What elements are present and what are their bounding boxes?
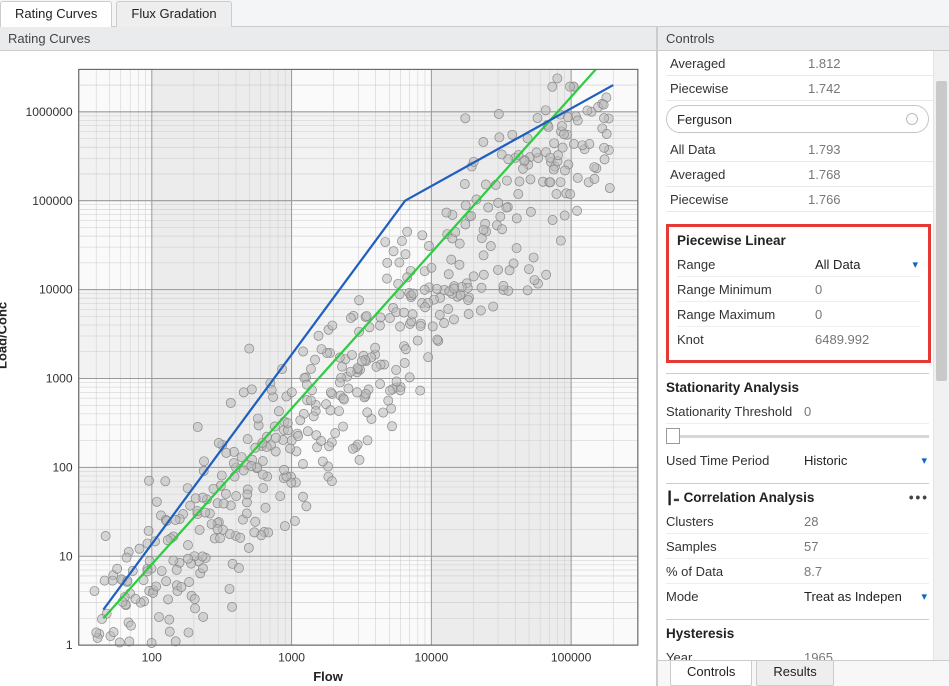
averaged-value: 1.812 <box>808 56 947 71</box>
svg-text:100: 100 <box>142 650 162 664</box>
stationarity-section: Stationarity Analysis Stationarity Thres… <box>666 373 929 473</box>
clusters-label: Clusters <box>666 514 804 529</box>
clusters-value: 28 <box>804 514 929 529</box>
year-value[interactable]: 1965 <box>804 650 929 661</box>
ferguson-piecewise-label: Piecewise <box>666 192 808 207</box>
knot-label: Knot <box>677 332 815 347</box>
svg-text:100000: 100000 <box>551 650 592 664</box>
correlation-section: ┃₌ Correlation Analysis ••• Clusters28 S… <box>666 483 929 609</box>
mode-value[interactable]: Treat as Indepen <box>804 589 921 604</box>
chevron-down-icon[interactable]: ▾ <box>912 258 920 271</box>
ferguson-piecewise-value: 1.766 <box>808 192 947 207</box>
svg-text:1000: 1000 <box>46 371 73 385</box>
ferguson-alldata-value: 1.793 <box>808 142 947 157</box>
more-icon[interactable]: ••• <box>909 490 929 505</box>
piecewise-linear-section: Piecewise Linear Range All Data ▾ Range … <box>666 224 931 363</box>
pctdata-value: 8.7 <box>804 564 929 579</box>
range-max-label: Range Maximum <box>677 307 815 322</box>
svg-text:1000000: 1000000 <box>26 105 73 119</box>
piecewise-linear-title: Piecewise Linear <box>677 233 920 248</box>
ferguson-indicator-icon <box>906 113 918 125</box>
tab-results[interactable]: Results <box>756 661 833 686</box>
stationarity-threshold-value[interactable]: 0 <box>804 404 929 419</box>
main-tabs: Rating Curves Flux Gradation <box>0 0 949 27</box>
svg-text:1000: 1000 <box>278 650 305 664</box>
svg-text:10000: 10000 <box>415 650 449 664</box>
tab-controls[interactable]: Controls <box>670 661 752 686</box>
stationarity-threshold-label: Stationarity Threshold <box>666 404 804 419</box>
range-max-value[interactable]: 0 <box>815 307 920 322</box>
knot-value[interactable]: 6489.992 <box>815 332 920 347</box>
svg-text:1: 1 <box>66 638 73 652</box>
ferguson-alldata-label: All Data <box>666 142 808 157</box>
tab-flux-gradation[interactable]: Flux Gradation <box>116 1 231 27</box>
right-bottom-tabs: Controls Results <box>658 660 949 686</box>
range-value[interactable]: All Data <box>815 257 912 272</box>
bar-chart-icon: ┃₌ <box>666 491 680 505</box>
svg-text:10: 10 <box>59 549 73 563</box>
range-min-value[interactable]: 0 <box>815 282 920 297</box>
ferguson-label: Ferguson <box>677 112 906 127</box>
stationarity-slider[interactable] <box>666 426 929 446</box>
x-axis-label: Flow <box>313 669 343 684</box>
chart-area[interactable]: 100 1000 10000 100000 1 10 100 1000 10000 100000 1… <box>0 51 656 686</box>
tab-rating-curves[interactable]: Rating Curves <box>0 1 112 27</box>
hysteresis-title: Hysteresis <box>666 626 929 641</box>
svg-text:100000: 100000 <box>32 194 73 208</box>
pctdata-label: % of Data <box>666 564 804 579</box>
piecewise-value: 1.742 <box>808 81 947 96</box>
chevron-down-icon[interactable]: ▾ <box>921 590 929 603</box>
used-time-value[interactable]: Historic <box>804 453 921 468</box>
stationarity-title: Stationarity Analysis <box>666 380 929 395</box>
ferguson-pill[interactable]: Ferguson <box>666 105 929 133</box>
correlation-title: ┃₌ Correlation Analysis ••• <box>666 490 929 505</box>
year-label: Year <box>666 650 804 661</box>
left-pane-title: Rating Curves <box>0 27 656 51</box>
right-pane-title: Controls <box>658 27 949 51</box>
range-label: Range <box>677 257 815 272</box>
slider-thumb[interactable] <box>666 428 680 444</box>
piecewise-label: Piecewise <box>666 81 808 96</box>
samples-value: 57 <box>804 539 929 554</box>
mode-label: Mode <box>666 589 804 604</box>
ferguson-averaged-value: 1.768 <box>808 167 947 182</box>
y-axis-label: Load/Conc <box>0 301 10 368</box>
scroll-thumb[interactable] <box>936 81 947 381</box>
ferguson-averaged-label: Averaged <box>666 167 808 182</box>
hysteresis-section: Hysteresis Year1965 <box>666 619 929 660</box>
samples-label: Samples <box>666 539 804 554</box>
correlation-title-text: Correlation Analysis <box>684 490 815 505</box>
chevron-down-icon[interactable]: ▾ <box>921 454 929 467</box>
controls-scrollbar[interactable] <box>933 51 949 660</box>
used-time-label: Used Time Period <box>666 453 804 468</box>
svg-text:10000: 10000 <box>39 283 73 297</box>
svg-text:100: 100 <box>52 460 72 474</box>
averaged-label: Averaged <box>666 56 808 71</box>
range-min-label: Range Minimum <box>677 282 815 297</box>
